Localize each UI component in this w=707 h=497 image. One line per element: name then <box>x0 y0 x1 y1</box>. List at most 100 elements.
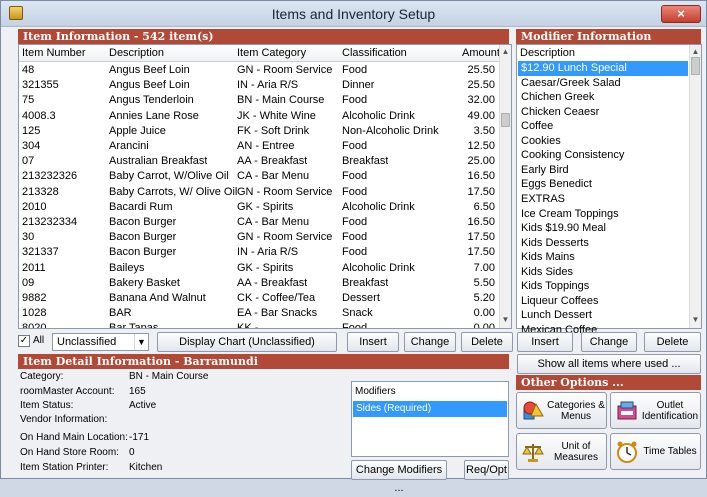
table-row[interactable]: 321355 Angus Beef Loin IN - Aria R/S Dinner… <box>19 78 499 93</box>
list-item[interactable]: Kids Toppings <box>518 279 688 294</box>
table-row[interactable]: 2010 Bacardi Rum GK - Spirits Alcoholic Dri… <box>19 200 499 215</box>
col-description[interactable]: Description <box>109 45 164 62</box>
item-delete-button[interactable]: Delete <box>461 332 513 352</box>
modifier-delete-button[interactable]: Delete <box>644 332 701 352</box>
cell-item-category: AA - Breakfast <box>237 276 308 289</box>
list-item[interactable]: Chicken Ceaesr <box>518 105 688 120</box>
cell-item-category: CA - Bar Menu <box>237 170 310 183</box>
table-row[interactable]: 321337 Bacon Burger IN - Aria R/S Food 17.50 <box>19 245 499 260</box>
modifiers-list[interactable]: Modifiers Sides (Required) <box>351 381 509 457</box>
detail-label: On Hand Main Location: <box>20 432 128 443</box>
cell-classification: Snack <box>342 307 373 320</box>
items-table-header: Item Number Description Item Category Cl… <box>19 45 500 62</box>
time-tables-label: Time Tables <box>643 446 697 457</box>
col-item-number[interactable]: Item Number <box>22 45 86 62</box>
cell-classification: Food <box>342 140 368 152</box>
title-bar: Items and Inventory Setup × <box>1 1 706 27</box>
cell-item-number: 213232334 <box>22 216 78 228</box>
list-item[interactable]: Cooking Consistency <box>518 148 688 163</box>
modifier-insert-button[interactable]: Insert <box>517 332 573 352</box>
cell-item-number: 4008.3 <box>22 109 56 122</box>
table-row[interactable]: 213232326 Baby Carrot, W/Olive Oil CA - Ba… <box>19 169 499 184</box>
list-item[interactable]: Caesar/Greek Salad <box>518 76 688 91</box>
cell-item-category: BN - Main Course <box>237 94 325 107</box>
modifier-change-button[interactable]: Change <box>581 332 637 352</box>
detail-label: roomMaster Account: <box>20 386 115 397</box>
list-item[interactable]: Liqueur Coffees <box>518 294 688 309</box>
table-row[interactable]: 48 Angus Beef Loin GN - Room Service Food 25… <box>19 63 499 78</box>
list-item[interactable]: Cookies <box>518 134 688 149</box>
list-item[interactable]: Chichen Greek <box>518 90 688 105</box>
cell-amount: 0.00 <box>473 322 495 329</box>
table-row[interactable]: 1028 BAR EA - Bar Snacks Snack 0.00 <box>19 306 499 321</box>
scroll-up-icon[interactable]: ▲ <box>690 47 701 56</box>
outlet-identification-button[interactable]: Outlet Identification <box>610 392 701 429</box>
col-classification[interactable]: Classification <box>342 45 407 62</box>
table-row[interactable]: 09 Bakery Basket AA - Breakfast Breakfast 5.… <box>19 276 499 291</box>
scroll-thumb[interactable] <box>691 57 700 75</box>
scroll-down-icon[interactable]: ▼ <box>500 315 511 324</box>
list-item[interactable]: Eggs Benedict <box>518 177 688 192</box>
table-row[interactable]: 213232334 Bacon Burger CA - Bar Menu Food 16… <box>19 215 499 230</box>
items-scrollbar[interactable]: ▲ ▼ <box>499 45 511 328</box>
item-insert-button[interactable]: Insert <box>347 332 399 352</box>
display-chart-button[interactable]: Display Chart (Unclassified) <box>157 332 337 352</box>
list-item[interactable]: Kids Mains <box>518 250 688 265</box>
modifier-scrollbar[interactable]: ▲ ▼ <box>689 45 701 328</box>
modifier-list[interactable]: Description $12.90 Lunch Special Caesar/G… <box>516 44 702 336</box>
table-row[interactable]: 125 Apple Juice FK - Soft Drink Non-Alcohol… <box>19 124 499 139</box>
list-item[interactable]: Coffee <box>518 119 688 134</box>
classification-filter[interactable]: Unclassified ▼ <box>52 333 149 351</box>
detail-value: Active <box>129 400 157 411</box>
list-item[interactable]: $12.90 Lunch Special <box>518 61 688 76</box>
table-row[interactable]: 9882 Banana And Walnut CK - Coffee/Tea Dess… <box>19 291 499 306</box>
detail-value: -171 <box>129 432 150 443</box>
cell-item-number: 09 <box>22 276 35 289</box>
clock-icon <box>617 441 637 463</box>
scroll-down-icon[interactable]: ▼ <box>690 315 701 324</box>
list-item[interactable]: Kids Desserts <box>518 236 688 251</box>
modifier-assigned-item[interactable]: Sides (Required) <box>353 401 507 418</box>
table-row[interactable]: 4008.3 Annies Lane Rose JK - White Wine Alc… <box>19 109 499 124</box>
cell-classification: Non-Alcoholic Drink <box>342 124 439 137</box>
table-row[interactable]: 07 Australian Breakfast AA - Breakfast Brea… <box>19 154 499 169</box>
table-row[interactable]: 2011 Baileys GK - Spirits Alcoholic Drink 7.… <box>19 261 499 276</box>
items-table[interactable]: Item Number Description Item Category Cl… <box>18 44 512 329</box>
list-item[interactable]: Ice Cream Toppings <box>518 207 688 222</box>
cell-item-category: AA - Breakfast <box>237 155 308 168</box>
list-item[interactable]: Kids Sides <box>518 265 688 280</box>
cell-amount: 5.20 <box>473 292 495 304</box>
list-item[interactable]: EXTRAS <box>518 192 688 207</box>
chevron-down-icon[interactable]: ▼ <box>134 334 148 350</box>
cell-item-category: GN - Room Service <box>237 64 333 76</box>
all-checkbox[interactable]: ✓ <box>18 335 30 347</box>
list-item[interactable]: Kids $19.90 Meal <box>518 221 688 236</box>
table-row[interactable]: 304 Arancini AN - Entree Food 12.50 <box>19 139 499 154</box>
show-all-items-button[interactable]: Show all items where used ... <box>517 354 701 374</box>
time-tables-button[interactable]: Time Tables <box>610 433 701 470</box>
scroll-thumb[interactable] <box>501 113 510 127</box>
cell-amount: 17.50 <box>467 231 495 244</box>
req-opt-button[interactable]: Req/Opt <box>464 460 509 480</box>
close-button[interactable]: × <box>661 5 701 23</box>
col-amount[interactable]: Amount <box>462 45 500 62</box>
list-item[interactable]: Early Bird <box>518 163 688 178</box>
col-item-category[interactable]: Item Category <box>237 45 306 62</box>
list-item[interactable]: Lunch Dessert <box>518 308 688 323</box>
cell-description: Baby Carrots, W/ Olive Oil <box>109 185 238 198</box>
window-title: Items and Inventory Setup <box>271 6 436 22</box>
table-row[interactable]: 8020 Bar Tapas KK - Food 0.00 <box>19 321 499 329</box>
item-change-button[interactable]: Change <box>404 332 456 352</box>
cell-item-number: 321337 <box>22 246 59 259</box>
cell-item-number: 213232326 <box>22 170 78 183</box>
scroll-up-icon[interactable]: ▲ <box>500 47 511 56</box>
items-panel-header: Item Information - 542 item(s) <box>18 29 509 44</box>
table-row[interactable]: 30 Bacon Burger GN - Room Service Food 17.50 <box>19 230 499 245</box>
table-row[interactable]: 75 Angus Tenderloin BN - Main Course Food 32… <box>19 93 499 108</box>
change-modifiers-button[interactable]: Change Modifiers ... <box>351 460 447 494</box>
cell-item-category: AN - Entree <box>237 140 295 152</box>
cell-classification: Food <box>342 231 368 244</box>
table-row[interactable]: 213328 Baby Carrots, W/ Olive Oil GN - Roo… <box>19 185 499 200</box>
unit-of-measures-button[interactable]: Unit of Measures <box>516 433 607 470</box>
categories-menus-button[interactable]: Categories & Menus <box>516 392 607 429</box>
